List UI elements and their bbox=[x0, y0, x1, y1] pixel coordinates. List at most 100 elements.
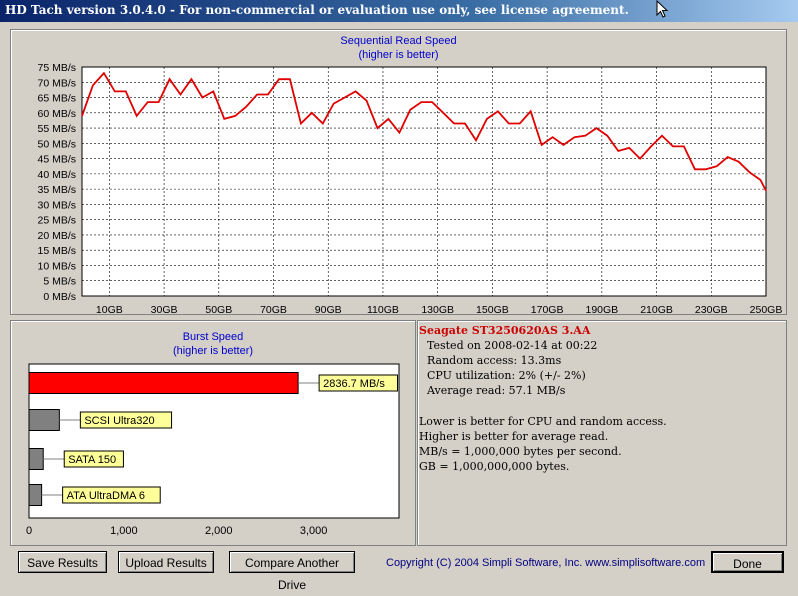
read-y-tick-label: 60 MB/s bbox=[37, 108, 76, 120]
read-y-tick-label: 50 MB/s bbox=[37, 138, 76, 150]
burst-speed-panel: Burst Speed (higher is better) 2836.7 MB… bbox=[10, 320, 416, 546]
read-x-tick-label: 150GB bbox=[476, 304, 509, 314]
read-speed-point bbox=[683, 145, 685, 147]
bar-label: 2836.7 MB/s bbox=[323, 378, 385, 390]
read-speed-point bbox=[92, 84, 94, 86]
read-speed-point bbox=[759, 179, 762, 181]
read-speed-point bbox=[278, 78, 280, 80]
read-x-tick-label: 30GB bbox=[151, 304, 178, 314]
note-higher-better: Higher is better for average read. bbox=[419, 430, 609, 443]
read-y-tick-label: 70 MB/s bbox=[37, 77, 76, 89]
read-speed-point bbox=[420, 101, 422, 103]
bar-label: SATA 150 bbox=[68, 454, 116, 466]
upload-results-button[interactable]: Upload Results bbox=[118, 551, 214, 573]
read-speed-point bbox=[179, 93, 182, 96]
window-titlebar: HD Tach version 3.0.4.0 - For non-commer… bbox=[0, 0, 798, 22]
read-speed-point bbox=[355, 90, 357, 93]
read-speed-point bbox=[661, 135, 663, 137]
read-speed-point bbox=[606, 135, 608, 137]
read-y-tick-label: 35 MB/s bbox=[37, 184, 76, 196]
read-y-tick-label: 20 MB/s bbox=[37, 230, 76, 242]
compare-another-drive-button[interactable]: Compare Another Drive bbox=[229, 551, 355, 592]
copyright-text: Copyright (C) 2004 Simpli Software, Inc.… bbox=[386, 557, 706, 569]
read-x-tick-label: 170GB bbox=[531, 304, 564, 314]
read-speed-point bbox=[212, 90, 214, 93]
read-y-tick-label: 65 MB/s bbox=[37, 93, 76, 105]
read-speed-point bbox=[628, 147, 630, 149]
read-y-tick-label: 75 MB/s bbox=[37, 62, 76, 74]
bar-label: SCSI Ultra320 bbox=[84, 415, 154, 427]
read-speed-point bbox=[168, 78, 171, 80]
read-speed-point bbox=[541, 144, 543, 146]
read-speed-point bbox=[267, 93, 269, 96]
read-x-tick-label: 50GB bbox=[205, 304, 232, 314]
read-speed-point bbox=[705, 168, 707, 170]
read-speed-point bbox=[409, 109, 411, 111]
read-speed-point bbox=[234, 115, 236, 117]
read-speed-point bbox=[639, 158, 641, 160]
read-y-tick-label: 0 MB/s bbox=[43, 291, 76, 303]
read-speed-point bbox=[562, 144, 565, 146]
read-speed-point bbox=[694, 168, 696, 170]
read-speed-point bbox=[765, 190, 767, 192]
read-speed-point bbox=[103, 72, 105, 74]
reference-bar bbox=[28, 409, 60, 431]
tested-on: Tested on 2008-02-14 at 00:22 bbox=[427, 339, 598, 352]
read-speed-point bbox=[147, 101, 149, 103]
save-results-button[interactable]: Save Results bbox=[18, 551, 107, 573]
read-x-tick-label: 110GB bbox=[367, 304, 399, 314]
burst-speed-chart: 2836.7 MB/s SCSI Ultra320 SATA 150 ATA Ultr… bbox=[26, 363, 400, 537]
read-speed-point bbox=[245, 106, 247, 108]
read-speed-point bbox=[398, 132, 400, 134]
read-x-tick-label: 230GB bbox=[695, 304, 728, 314]
read-x-tick-label: 10GB bbox=[96, 304, 123, 314]
sequential-read-chart: 0 MB/s 5 MB/s 10 MB/s 15 MB/s 20 MB/s 25 MB/s… bbox=[37, 62, 782, 314]
read-speed-point bbox=[453, 122, 455, 125]
read-y-tick-label: 15 MB/s bbox=[37, 245, 76, 257]
read-x-tick-label: 190GB bbox=[585, 304, 618, 314]
note-lower-better: Lower is better for CPU and random acces… bbox=[419, 415, 667, 428]
done-button[interactable]: Done bbox=[711, 551, 784, 573]
read-speed-point bbox=[519, 122, 521, 125]
burst-x-tick-label: 0 bbox=[26, 525, 32, 537]
read-speed-point bbox=[344, 96, 346, 99]
read-speed-point bbox=[333, 103, 335, 105]
read-speed-point bbox=[376, 127, 379, 129]
read-speed-point bbox=[387, 118, 390, 120]
read-y-tick-label: 55 MB/s bbox=[37, 123, 76, 135]
read-speed-point bbox=[738, 161, 740, 163]
read-speed-point bbox=[595, 127, 597, 129]
burst-x-tick-label: 2,000 bbox=[205, 525, 233, 537]
read-speed-point bbox=[256, 93, 258, 96]
read-y-tick-label: 45 MB/s bbox=[37, 154, 76, 166]
read-speed-point bbox=[650, 145, 652, 147]
read-speed-point bbox=[322, 122, 324, 125]
burst-x-tick-label: 3,000 bbox=[300, 525, 328, 537]
burst-x-tick-label: 1,000 bbox=[110, 525, 138, 537]
read-speed-point bbox=[727, 156, 729, 158]
average-read: Average read: 57.1 MB/s bbox=[427, 384, 566, 397]
read-speed-point bbox=[365, 99, 368, 102]
read-y-tick-label: 10 MB/s bbox=[37, 260, 76, 272]
read-speed-point bbox=[136, 115, 138, 117]
read-speed-point bbox=[81, 115, 83, 117]
sequential-read-panel: Sequential Read Speed (higher is better)… bbox=[10, 29, 787, 315]
read-speed-point bbox=[497, 110, 499, 112]
read-speed-point bbox=[201, 96, 203, 99]
read-speed-point bbox=[289, 78, 291, 80]
read-speed-point bbox=[158, 101, 160, 103]
read-speed-point bbox=[486, 118, 488, 120]
read-speed-point bbox=[475, 139, 477, 141]
read-speed-point bbox=[530, 110, 532, 112]
read-speed-point bbox=[223, 118, 225, 120]
burst-speed-bar bbox=[28, 372, 299, 394]
read-y-tick-label: 25 MB/s bbox=[37, 215, 76, 227]
read-y-tick-label: 5 MB/s bbox=[43, 276, 76, 288]
read-speed-point bbox=[442, 112, 444, 114]
read-speed-point bbox=[300, 122, 302, 125]
window-title: HD Tach version 3.0.4.0 - For non-commer… bbox=[5, 3, 629, 17]
cpu-utilization: CPU utilization: 2% (+/- 2%) bbox=[427, 369, 586, 382]
bar-label: ATA UltraDMA 6 bbox=[67, 490, 145, 502]
read-speed-point bbox=[617, 150, 619, 152]
read-speed-point bbox=[672, 145, 674, 147]
